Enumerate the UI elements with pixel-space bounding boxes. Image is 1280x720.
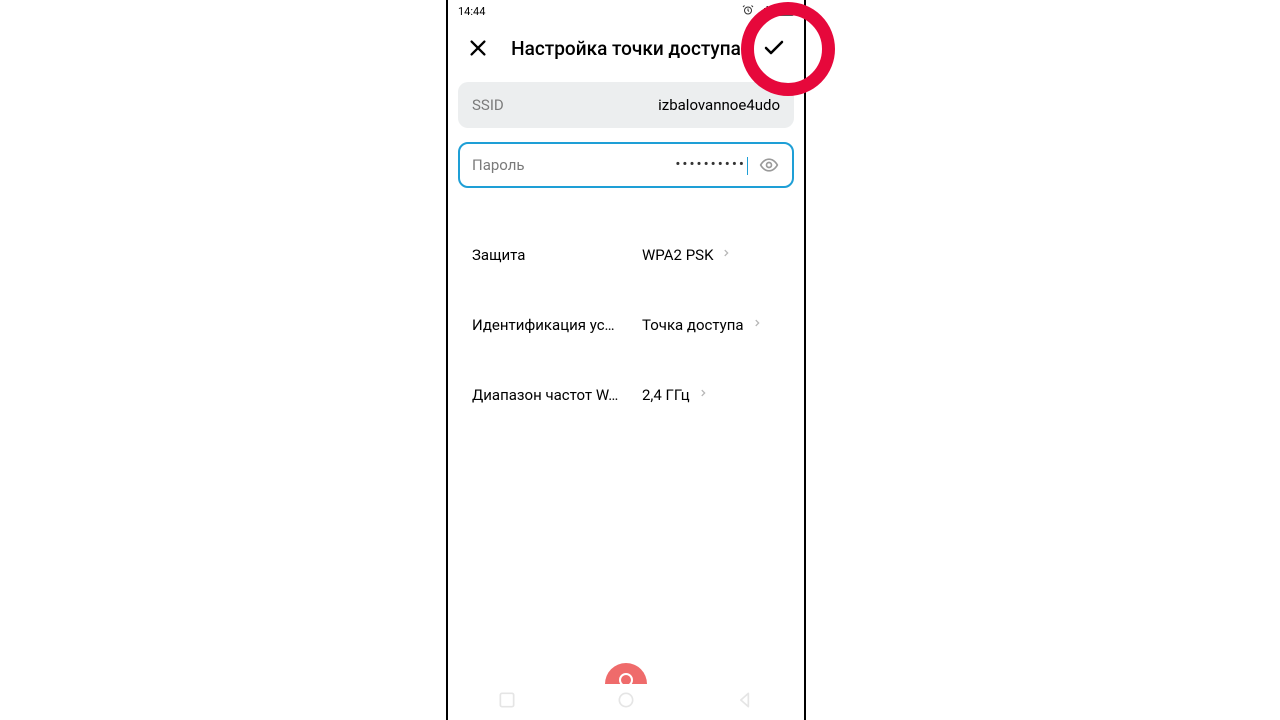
device-id-value: Точка доступа: [642, 316, 744, 334]
security-value: WPA2 PSK: [642, 246, 713, 264]
signal-icon: [758, 4, 770, 19]
password-value: ••••••••••: [525, 155, 748, 174]
ssid-value: izbalovannoe4udo: [504, 96, 780, 114]
phone-frame: 14:44 Настройка точки доступа SSID izbal…: [446, 0, 806, 720]
chevron-right-icon: [698, 386, 708, 404]
content: SSID izbalovannoe4udo Пароль •••••••••• …: [448, 74, 804, 430]
close-icon: [467, 37, 489, 59]
header-bar: Настройка точки доступа: [448, 22, 804, 74]
band-value: 2,4 ГГц: [642, 386, 690, 404]
check-icon: [762, 36, 786, 60]
security-label: Защита: [472, 246, 642, 264]
device-id-label: Идентификация ус…: [472, 316, 642, 334]
alarm-icon: [742, 4, 754, 19]
band-label: Диапазон частот W…: [472, 386, 642, 404]
eye-icon: [759, 155, 779, 175]
nav-back[interactable]: [735, 690, 755, 710]
status-time: 14:44: [458, 5, 485, 18]
password-label: Пароль: [472, 156, 525, 174]
ssid-label: SSID: [472, 96, 504, 114]
nav-home[interactable]: [616, 690, 636, 710]
device-id-row[interactable]: Идентификация ус… Точка доступа: [458, 290, 794, 360]
status-right: [742, 4, 794, 19]
close-button[interactable]: [458, 28, 498, 68]
chevron-right-icon: [752, 316, 762, 334]
battery-icon: [774, 6, 794, 16]
nav-recent[interactable]: [497, 690, 517, 710]
toggle-password-visibility[interactable]: [758, 154, 780, 176]
nav-bar: [448, 680, 804, 720]
status-bar: 14:44: [448, 0, 804, 22]
page-title: Настройка точки доступа: [504, 37, 748, 60]
ssid-field[interactable]: SSID izbalovannoe4udo: [458, 82, 794, 128]
chevron-right-icon: [721, 246, 731, 264]
password-field[interactable]: Пароль ••••••••••: [458, 142, 794, 188]
band-row[interactable]: Диапазон частот W… 2,4 ГГц: [458, 360, 794, 430]
security-row[interactable]: Защита WPA2 PSK: [458, 220, 794, 290]
confirm-button[interactable]: [754, 28, 794, 68]
